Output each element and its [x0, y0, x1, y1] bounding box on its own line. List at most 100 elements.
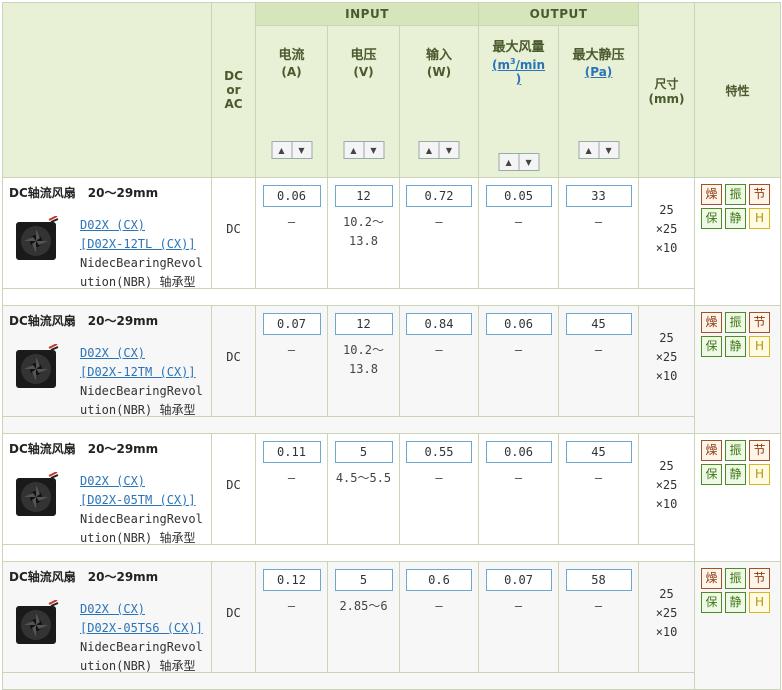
power-range: – — [435, 471, 443, 485]
product-part-link[interactable]: [D02X-05TM (CX)] — [80, 491, 203, 510]
product-part-link[interactable]: [D02X-12TM (CX)] — [80, 363, 203, 382]
vibration-icon[interactable]: 振 — [725, 568, 747, 589]
voltage-value[interactable]: 12 — [334, 313, 393, 335]
h-icon[interactable]: H — [749, 208, 771, 229]
current-cell: 0.12 – — [255, 561, 328, 673]
current-cell: 0.07 – — [255, 305, 328, 417]
product-model-link[interactable]: D02X (CX) — [80, 344, 203, 363]
power-value[interactable]: 0.6 — [406, 569, 472, 591]
fan-image[interactable] — [11, 472, 61, 522]
energy-save-icon[interactable]: 节 — [749, 312, 771, 333]
product-title: DC轴流风扇 20～29mm — [9, 186, 159, 200]
quiet-icon[interactable]: 静 — [725, 208, 747, 229]
dc-ac-value: DC — [211, 433, 256, 545]
voltage-value[interactable]: 5 — [334, 569, 393, 591]
vibration-icon[interactable]: 振 — [725, 440, 747, 461]
voltage-value[interactable]: 5 — [334, 441, 393, 463]
sort-down-icon[interactable]: ▼ — [598, 142, 618, 158]
quiet-icon[interactable]: 静 — [725, 592, 747, 613]
sort-down-icon[interactable]: ▼ — [518, 154, 538, 170]
product-title: DC轴流风扇 20～29mm — [9, 314, 159, 328]
airflow-value[interactable]: 0.07 — [485, 569, 552, 591]
power-unit: (W) — [426, 65, 452, 79]
size-cell: 25 ×25 ×10 — [638, 433, 696, 545]
h-icon[interactable]: H — [749, 464, 771, 485]
vibration-icon[interactable]: 振 — [725, 184, 747, 205]
protect-icon[interactable]: 保 — [701, 464, 723, 485]
h-icon[interactable]: H — [749, 592, 771, 613]
fan-image[interactable] — [11, 216, 61, 266]
sort-airflow[interactable]: ▲ ▼ — [498, 153, 540, 171]
fan-image[interactable] — [11, 344, 61, 394]
pressure-value[interactable]: 58 — [565, 569, 632, 591]
size-dim-3: ×10 — [655, 369, 678, 383]
energy-save-icon[interactable]: 节 — [749, 184, 771, 205]
protect-icon[interactable]: 保 — [701, 592, 723, 613]
pressure-unit-link[interactable]: (Pa) — [585, 65, 613, 79]
sort-pressure[interactable]: ▲ ▼ — [578, 141, 620, 159]
h-icon[interactable]: H — [749, 336, 771, 357]
quiet-icon[interactable]: 静 — [725, 464, 747, 485]
product-model-link[interactable]: D02X (CX) — [80, 472, 203, 491]
ac-label: AC — [224, 97, 243, 111]
airflow-value[interactable]: 0.05 — [485, 185, 552, 207]
sort-up-icon[interactable]: ▲ — [579, 142, 598, 158]
energy-save-icon[interactable]: 节 — [749, 568, 771, 589]
airflow-value[interactable]: 0.06 — [485, 441, 552, 463]
power-value[interactable]: 0.84 — [406, 313, 472, 335]
current-value[interactable]: 0.12 — [262, 569, 321, 591]
current-value[interactable]: 0.07 — [262, 313, 321, 335]
protect-icon[interactable]: 保 — [701, 208, 723, 229]
energy-save-icon[interactable]: 节 — [749, 440, 771, 461]
airflow-value[interactable]: 0.06 — [485, 313, 552, 335]
product-table: DC or AC INPUT OUTPUT 尺寸 (mm) 特性 电流 (A) … — [1, 2, 782, 690]
product-model-link[interactable]: D02X (CX) — [80, 216, 203, 235]
vibration-icon[interactable]: 振 — [725, 312, 747, 333]
sort-up-icon[interactable]: ▲ — [499, 154, 518, 170]
sort-up-icon[interactable]: ▲ — [420, 142, 439, 158]
quiet-icon[interactable]: 静 — [725, 336, 747, 357]
voltage-value[interactable]: 12 — [334, 185, 393, 207]
product-title: DC轴流风扇 20～29mm — [9, 442, 159, 456]
voltage-unit: (V) — [353, 65, 374, 79]
sort-voltage[interactable]: ▲ ▼ — [343, 141, 384, 159]
dry-icon[interactable]: 燥 — [701, 568, 723, 589]
current-value[interactable]: 0.11 — [262, 441, 321, 463]
header-pressure: 最大静压 (Pa) ▲ ▼ — [558, 25, 640, 178]
sort-up-icon[interactable]: ▲ — [344, 142, 363, 158]
pressure-range: – — [594, 343, 603, 357]
power-value[interactable]: 0.55 — [406, 441, 472, 463]
dry-icon[interactable]: 燥 — [701, 312, 723, 333]
product-model-link[interactable]: D02X (CX) — [80, 600, 203, 619]
pressure-range: – — [594, 599, 603, 613]
pressure-value[interactable]: 45 — [565, 441, 632, 463]
power-value[interactable]: 0.72 — [406, 185, 472, 207]
dry-icon[interactable]: 燥 — [701, 440, 723, 461]
airflow-cell: 0.05 – — [478, 177, 560, 289]
size-dim-1: 25 — [659, 331, 674, 345]
airflow-range: – — [514, 471, 523, 485]
size-dim-2: ×25 — [655, 606, 678, 620]
pressure-range: – — [594, 471, 603, 485]
product-part-link[interactable]: [D02X-05TS6 (CX)] — [80, 619, 203, 638]
header-blank — [2, 2, 212, 178]
product-title: DC轴流风扇 20～29mm — [9, 570, 159, 584]
voltage-cell: 5 2.85～6 — [327, 561, 400, 673]
size-dim-3: ×10 — [655, 625, 678, 639]
sort-up-icon[interactable]: ▲ — [272, 142, 291, 158]
pressure-value[interactable]: 45 — [565, 313, 632, 335]
sort-current[interactable]: ▲ ▼ — [271, 141, 312, 159]
current-range: – — [287, 215, 296, 229]
airflow-unit-link[interactable]: (m3/min) — [492, 57, 545, 86]
protect-icon[interactable]: 保 — [701, 336, 723, 357]
product-part-link[interactable]: [D02X-12TL (CX)] — [80, 235, 203, 254]
pressure-value[interactable]: 33 — [565, 185, 632, 207]
fan-image[interactable] — [11, 600, 61, 650]
sort-down-icon[interactable]: ▼ — [438, 142, 459, 158]
sort-power[interactable]: ▲ ▼ — [418, 141, 460, 159]
current-value[interactable]: 0.06 — [262, 185, 321, 207]
sort-down-icon[interactable]: ▼ — [363, 142, 383, 158]
sort-down-icon[interactable]: ▼ — [291, 142, 311, 158]
airflow-unit-close: ) — [515, 72, 522, 86]
dry-icon[interactable]: 燥 — [701, 184, 723, 205]
